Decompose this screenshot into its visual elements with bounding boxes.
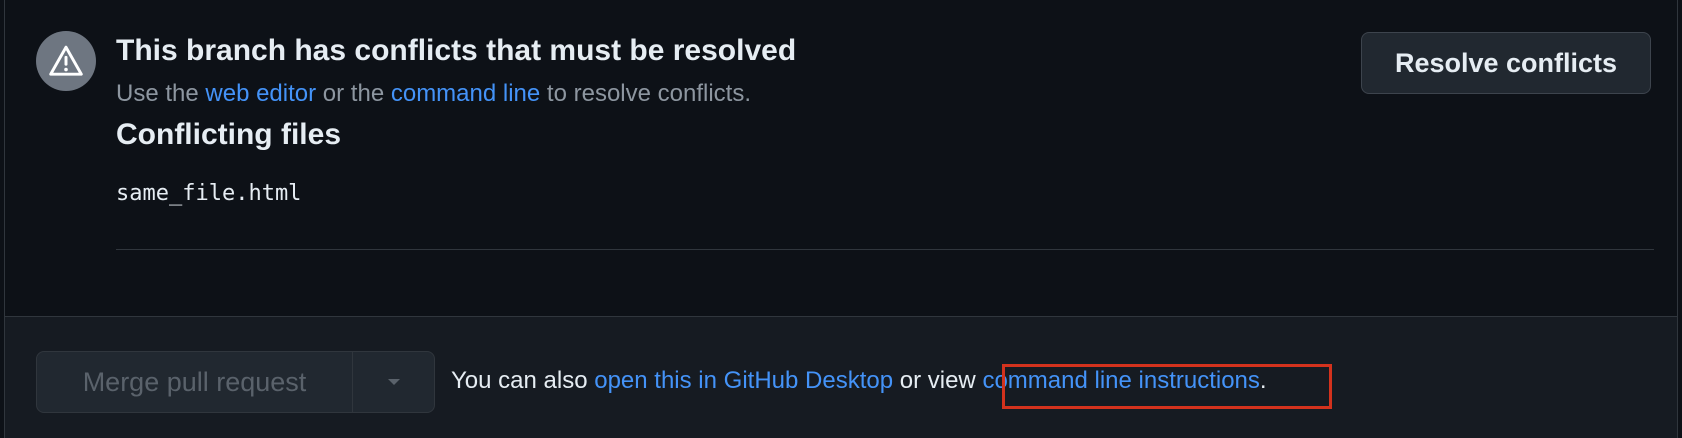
alert-icon [36,31,96,91]
merge-box: This branch has conflicts that must be r… [4,0,1678,438]
desc-suffix: to resolve conflicts. [546,80,752,107]
caret-down-icon [387,379,400,385]
desc-middle: or the [322,80,385,107]
conflict-section: This branch has conflicts that must be r… [5,0,1677,316]
merge-section: Merge pull request You can also open thi… [5,316,1677,438]
open-in-desktop-link[interactable]: open this in GitHub Desktop [594,367,893,394]
text-prefix: You can also [451,367,588,394]
resolve-conflicts-button[interactable]: Resolve conflicts [1361,32,1651,94]
text-middle: or view [899,367,976,394]
command-line-instructions-link[interactable]: command line instructions [982,367,1259,394]
text-suffix: . [1259,367,1267,394]
desc-prefix: Use the [116,80,199,107]
alternative-merge-text: You can also open this in GitHub Desktop… [451,367,1267,395]
command-line-link[interactable]: command line [391,80,540,107]
conflict-title: This branch has conflicts that must be r… [116,34,797,67]
divider [116,249,1654,250]
merge-button-group: Merge pull request [36,351,435,413]
alert-triangle-icon [49,45,83,76]
merge-pull-request-button[interactable]: Merge pull request [37,352,353,412]
web-editor-link[interactable]: web editor [205,80,316,107]
conflicting-file: same_file.html [116,181,302,206]
conflicting-files-heading: Conflicting files [116,118,341,151]
merge-method-dropdown[interactable] [353,352,434,412]
conflict-description: Use the web editor or the command line t… [116,80,751,108]
